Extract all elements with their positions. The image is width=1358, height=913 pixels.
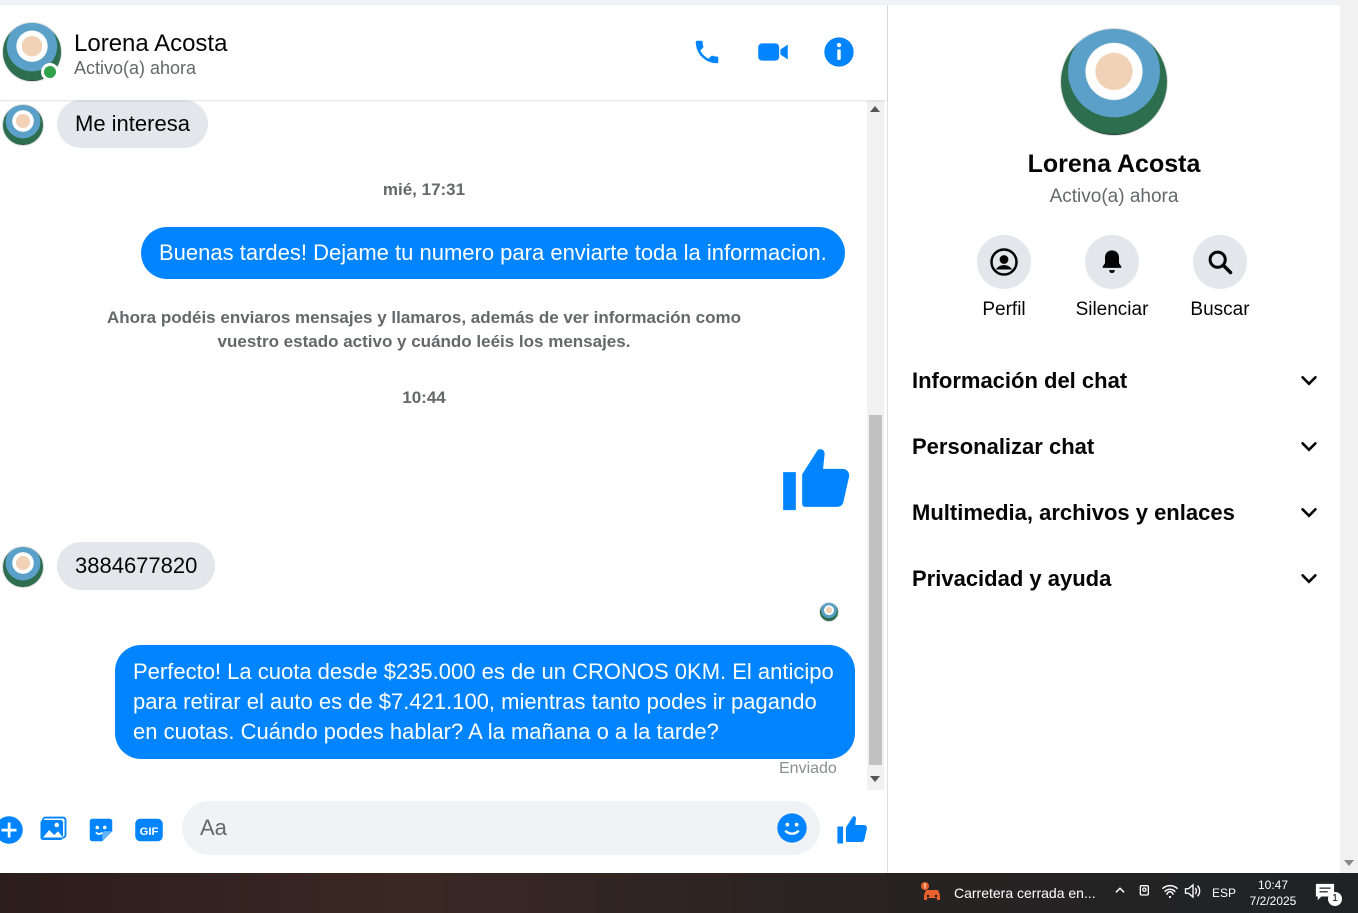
details-avatar[interactable] — [1060, 28, 1168, 136]
chevron-down-icon — [1301, 508, 1317, 518]
incoming-message[interactable]: 3884677820 — [57, 542, 216, 590]
composer-bar: GIF — [0, 795, 887, 873]
thumbs-up-icon — [837, 816, 867, 844]
volume-button[interactable] — [1184, 883, 1202, 902]
scroll-thumb[interactable] — [869, 415, 882, 765]
video-camera-icon — [758, 43, 788, 61]
system-notice: Ahora podéis enviaros mensajes y llamaro… — [107, 308, 741, 351]
details-contact-name: Lorena Acosta — [1027, 150, 1201, 178]
video-call-button[interactable] — [756, 35, 790, 69]
profile-action-circle — [977, 235, 1031, 289]
chat-pane: Lorena Acosta Activo(a) ahora Me interes… — [0, 5, 887, 873]
timestamp: 10:44 — [402, 388, 446, 407]
section-label: Personalizar chat — [912, 434, 1095, 459]
smiley-icon — [777, 813, 807, 843]
mute-action[interactable]: Silenciar — [1062, 235, 1162, 321]
chevron-down-icon — [1301, 376, 1317, 386]
message-input[interactable] — [200, 801, 760, 855]
page-scroll-down-arrow[interactable] — [1344, 860, 1354, 866]
conversation-details-pane: Lorena Acosta Activo(a) ahora Perfil Sil… — [888, 5, 1340, 873]
timestamp: mié, 17:31 — [382, 180, 466, 199]
clock-time: 10:47 — [1257, 878, 1289, 892]
profile-action-label: Perfil — [982, 299, 1026, 320]
message-list[interactable]: Me interesa mié, 17:31 Buenas tardes! De… — [0, 100, 866, 790]
seen-indicator-avatar — [819, 602, 839, 622]
bell-icon — [1102, 250, 1122, 274]
mute-action-label: Silenciar — [1075, 299, 1149, 320]
scroll-down-arrow[interactable] — [870, 776, 880, 782]
wifi-icon — [1161, 884, 1179, 899]
search-action[interactable]: Buscar — [1170, 235, 1270, 321]
image-icon — [40, 816, 67, 840]
gif-button[interactable]: GIF — [132, 813, 166, 847]
clock-date: 7/2/2025 — [1249, 894, 1297, 908]
notification-center-button[interactable]: 1 — [1314, 882, 1342, 906]
message-scrollbar[interactable] — [867, 100, 884, 790]
notification-count-badge: 1 — [1328, 892, 1342, 906]
speaker-icon — [1184, 883, 1201, 899]
search-icon — [1208, 250, 1233, 275]
camera-icon — [1139, 885, 1149, 896]
section-label: Información del chat — [912, 368, 1128, 393]
sticker-button[interactable] — [84, 813, 118, 847]
profile-icon — [990, 248, 1018, 276]
sticker-icon — [89, 818, 113, 842]
svg-text:GIF: GIF — [140, 826, 159, 838]
weather-text: Carretera cerrada en... — [954, 885, 1096, 901]
language-indicator[interactable]: ESP — [1212, 886, 1236, 900]
section-media-files-links[interactable]: Multimedia, archivos y enlaces — [912, 488, 1320, 538]
voice-call-button[interactable] — [690, 35, 724, 69]
weather-widget[interactable]: Carretera cerrada en... — [920, 881, 1100, 905]
send-like-button[interactable] — [836, 813, 870, 847]
section-label: Privacidad y ayuda — [912, 566, 1112, 591]
page-scrollbar[interactable] — [1340, 0, 1358, 873]
messenger-window: Lorena Acosta Activo(a) ahora Me interes… — [0, 0, 1358, 913]
plus-circle-icon — [0, 816, 23, 844]
scroll-up-arrow[interactable] — [870, 106, 880, 112]
profile-action[interactable]: Perfil — [954, 235, 1054, 321]
gif-icon: GIF — [135, 818, 163, 842]
message-input-wrapper — [182, 801, 820, 855]
windows-taskbar: Carretera cerrada en... ESP 10:47 7/2/20… — [0, 873, 1358, 913]
details-contact-status: Activo(a) ahora — [1049, 186, 1179, 207]
chevron-up-icon — [1115, 887, 1125, 893]
contact-status: Activo(a) ahora — [74, 58, 197, 78]
meet-now-button[interactable] — [1137, 883, 1153, 902]
contact-name[interactable]: Lorena Acosta — [74, 30, 227, 58]
thumbs-up-icon — [783, 449, 850, 511]
search-action-label: Buscar — [1190, 299, 1250, 320]
message-status: Enviado — [779, 760, 837, 777]
attach-photo-button[interactable] — [36, 813, 70, 847]
message-avatar — [2, 546, 44, 588]
phone-icon — [695, 40, 719, 64]
like-sticker-message[interactable] — [780, 442, 858, 520]
section-label: Multimedia, archivos y enlaces — [912, 500, 1235, 525]
chat-header: Lorena Acosta Activo(a) ahora — [0, 5, 887, 100]
section-customize-chat[interactable]: Personalizar chat — [912, 422, 1320, 472]
section-privacy-help[interactable]: Privacidad y ayuda — [912, 554, 1320, 604]
emoji-button[interactable] — [776, 812, 808, 844]
conversation-info-button[interactable] — [822, 35, 856, 69]
online-indicator — [41, 63, 59, 81]
outgoing-message[interactable]: Perfecto! La cuota desde $235.000 es de … — [115, 645, 855, 759]
incoming-message[interactable]: Me interesa — [57, 100, 208, 148]
outgoing-message[interactable]: Buenas tardes! Dejame tu numero para env… — [141, 227, 845, 279]
car-warning-icon — [921, 882, 940, 900]
more-actions-button[interactable] — [0, 813, 26, 847]
message-avatar — [2, 104, 44, 146]
show-hidden-icons-button[interactable] — [1113, 883, 1127, 900]
chevron-down-icon — [1301, 574, 1317, 584]
clock[interactable]: 10:47 7/2/2025 — [1240, 877, 1306, 909]
section-chat-info[interactable]: Información del chat — [912, 356, 1320, 406]
chevron-down-icon — [1301, 442, 1317, 452]
info-icon — [824, 37, 854, 67]
mute-action-circle — [1085, 235, 1139, 289]
network-button[interactable] — [1161, 883, 1179, 902]
search-action-circle — [1193, 235, 1247, 289]
